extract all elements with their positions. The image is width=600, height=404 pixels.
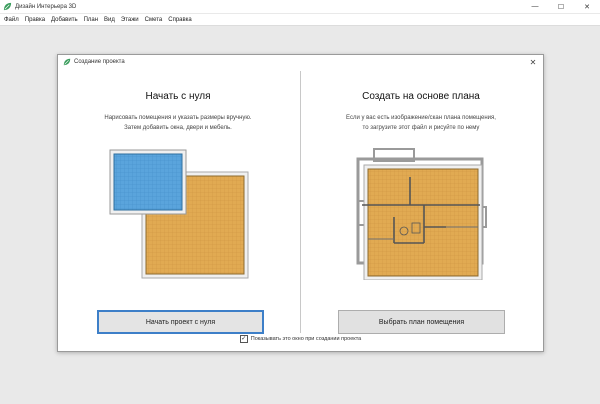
- scratch-rooms-illustration: [109, 149, 249, 279]
- window-controls: — ☐ ✕: [522, 0, 600, 13]
- menu-estimate[interactable]: Смета: [142, 17, 166, 23]
- dialog-title: Создание проекта: [74, 59, 125, 65]
- menu-edit[interactable]: Правка: [22, 17, 48, 23]
- app-titlebar: Дизайн Интерьера 3D — ☐ ✕: [0, 0, 600, 13]
- floor-plan-illustration: [356, 148, 487, 280]
- dialog-logo-icon: [63, 58, 71, 66]
- show-dialog-option: ✓ Показывать это окно при создании проек…: [58, 335, 543, 343]
- scratch-heading: Начать с нуля: [145, 91, 211, 102]
- choose-floor-plan-button[interactable]: Выбрать план помещения: [338, 310, 505, 334]
- menu-floors[interactable]: Этажи: [118, 17, 142, 23]
- menu-bar: Файл Правка Добавить План Вид Этажи Смет…: [0, 14, 600, 26]
- scratch-desc-line2: Затем добавить окна, двери и мебель.: [124, 125, 232, 131]
- minimize-button[interactable]: —: [522, 0, 548, 13]
- show-dialog-checkbox[interactable]: ✓: [239, 335, 248, 343]
- menu-help[interactable]: Справка: [165, 17, 195, 23]
- menu-plan[interactable]: План: [81, 17, 101, 23]
- plan-desc-line2: то загрузите этот файл и рисуйте по нему: [362, 125, 480, 131]
- dialog-titlebar: Создание проекта ✕: [58, 55, 543, 69]
- plan-desc-line1: Если у вас есть изображение/скан плана п…: [346, 115, 496, 121]
- maximize-button[interactable]: ☐: [548, 0, 574, 13]
- close-window-button[interactable]: ✕: [574, 0, 600, 13]
- app-title: Дизайн Интерьера 3D: [15, 3, 77, 10]
- plan-description: Если у вас есть изображение/скан плана п…: [301, 113, 541, 133]
- create-project-dialog: Создание проекта ✕ Начать с нуля Нарисов…: [57, 54, 544, 352]
- dialog-close-button[interactable]: ✕: [526, 55, 540, 69]
- plan-heading: Создать на основе плана: [362, 91, 480, 102]
- menu-view[interactable]: Вид: [101, 17, 118, 23]
- from-plan-panel: Создать на основе плана Если у вас есть …: [301, 69, 541, 339]
- menu-file[interactable]: Файл: [0, 17, 22, 23]
- app-logo-icon: [3, 2, 12, 11]
- scratch-desc-line1: Нарисовать помещения и указать размеры в…: [104, 115, 252, 121]
- menu-add[interactable]: Добавить: [48, 17, 81, 23]
- scratch-description: Нарисовать помещения и указать размеры в…: [58, 113, 298, 133]
- start-from-scratch-button[interactable]: Начать проект с нуля: [97, 310, 264, 334]
- start-from-scratch-panel: Начать с нуля Нарисовать помещения и ука…: [58, 69, 298, 339]
- show-dialog-label[interactable]: Показывать это окно при создании проекта: [251, 336, 362, 342]
